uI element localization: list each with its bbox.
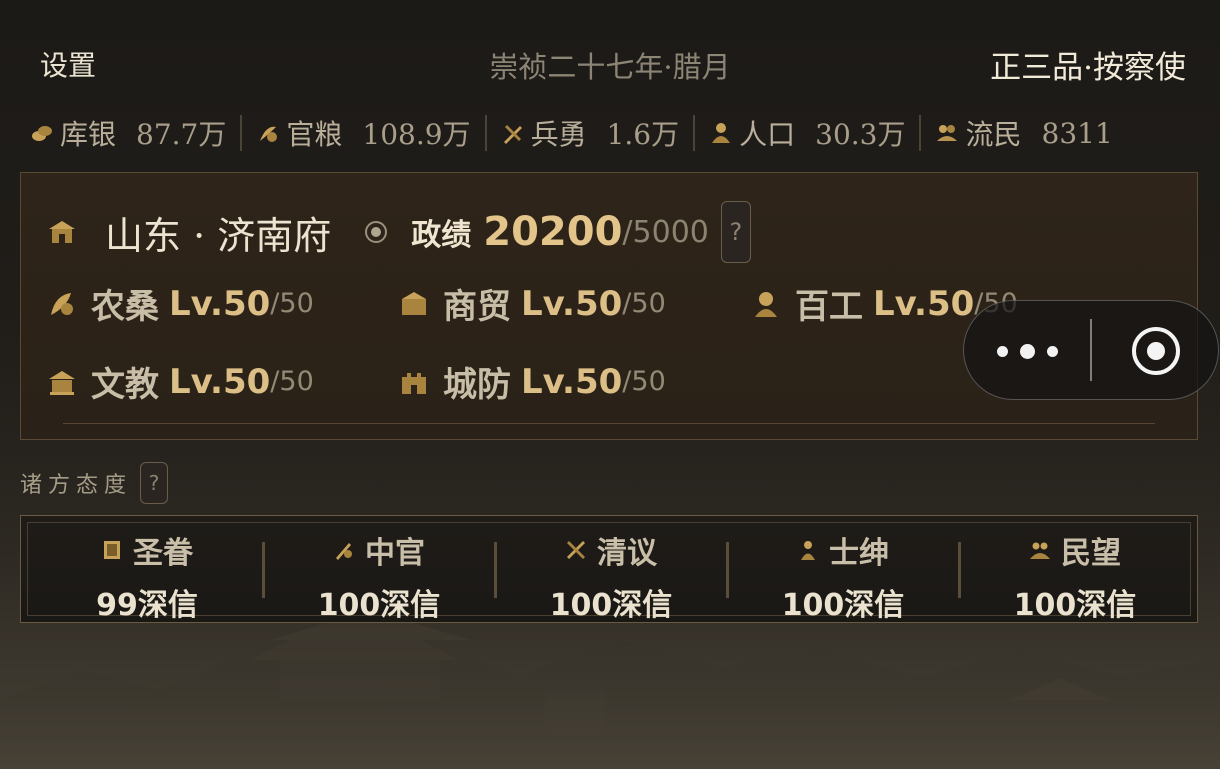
divider [63, 423, 1155, 424]
imperial-scroll-icon [104, 541, 120, 559]
skill-max: /50 [270, 288, 314, 319]
resource-label: 官粮 [286, 118, 343, 151]
faction-name: 士绅 [829, 536, 889, 571]
resource-value: 108.9万 [362, 118, 471, 151]
faction-eunuchs[interactable]: 中官 100深信 [263, 516, 495, 624]
attitudes-header: 诸方态度 ? [20, 462, 169, 504]
skill-name: 农桑 [91, 287, 159, 327]
resource-refugees: 流民 8311 [935, 113, 1113, 153]
resource-label: 流民 [965, 118, 1022, 151]
skill-level: Lv.50 [873, 283, 975, 324]
skill-name: 百工 [795, 287, 863, 327]
miniprogram-capsule [963, 300, 1219, 400]
scholar-icon [567, 541, 585, 559]
divider [240, 115, 243, 151]
skill-max: /50 [270, 366, 314, 397]
attitudes-help-button[interactable]: ? [140, 462, 169, 504]
skill-farming[interactable]: 农桑 Lv.50 /50 [47, 279, 314, 328]
resource-population: 人口 30.3万 [709, 113, 905, 153]
region-name: 山东 · 济南府 [105, 213, 332, 258]
skill-max: /50 [622, 288, 666, 319]
city-gate-icon [49, 221, 75, 243]
resource-soldiers: 兵勇 1.6万 [501, 113, 680, 153]
resource-label: 兵勇 [530, 118, 587, 151]
official-rank: 正三品·按察使 [990, 50, 1186, 86]
region-header: 山东 · 济南府 政绩 20200 /5000 ? [47, 201, 751, 263]
resource-value: 30.3万 [815, 118, 906, 151]
skill-name: 城防 [443, 365, 511, 405]
divider [484, 115, 487, 151]
faction-gentry[interactable]: 士绅 100深信 [727, 516, 959, 624]
faction-name: 民望 [1061, 536, 1121, 571]
top-bar: 设置 崇祯二十七年·腊月 正三品·按察使 [0, 0, 1220, 100]
faction-value: 100深信 [549, 588, 673, 623]
resource-value: 8311 [1041, 116, 1113, 150]
skill-level: Lv.50 [521, 283, 623, 324]
resource-label: 库银 [60, 118, 117, 151]
resource-value: 1.6万 [606, 118, 680, 151]
merit-label: 政绩 [411, 218, 472, 253]
close-miniprogram-button[interactable] [1092, 301, 1220, 401]
region-select-radio[interactable] [365, 221, 388, 243]
more-dots-icon [1046, 345, 1058, 357]
merit-help-button[interactable]: ? [720, 201, 751, 263]
more-menu-button[interactable] [964, 301, 1090, 401]
skill-education[interactable]: 文教 Lv.50 /50 [47, 357, 314, 406]
resource-value: 87.7万 [136, 118, 227, 151]
refugee-icon [937, 125, 958, 141]
attitudes-panel: 圣眷 99深信 中官 100深信 清议 100深信 士绅 100深信 民望 10… [20, 515, 1198, 623]
resource-grain: 官粮 108.9万 [256, 113, 471, 153]
gentry-icon [801, 541, 815, 560]
faction-name: 清议 [597, 536, 657, 571]
skill-name: 文教 [91, 365, 159, 405]
more-dots-icon [1019, 343, 1035, 359]
eunuch-icon [336, 543, 352, 560]
faction-value: 99深信 [96, 588, 198, 623]
skill-level: Lv.50 [169, 283, 271, 324]
faction-imperial[interactable]: 圣眷 99深信 [31, 516, 263, 624]
education-icon [49, 370, 75, 395]
more-dots-icon [996, 345, 1008, 357]
divider [693, 115, 696, 151]
faction-name: 中官 [365, 536, 425, 571]
skill-defense[interactable]: 城防 Lv.50 /50 [399, 357, 666, 406]
farming-icon [51, 292, 73, 315]
faction-name: 圣眷 [133, 536, 193, 571]
skill-trade[interactable]: 商贸 Lv.50 /50 [399, 279, 666, 328]
faction-scholars[interactable]: 清议 100深信 [495, 516, 727, 624]
skill-level: Lv.50 [169, 361, 271, 402]
faction-value: 100深信 [781, 588, 905, 623]
resource-bar: 库银 87.7万 官粮 108.9万 兵勇 1.6万 人口 30.3万 流民 8… [30, 110, 1195, 156]
resource-label: 人口 [739, 118, 796, 151]
population-icon [712, 123, 731, 143]
faction-value: 100深信 [1013, 588, 1137, 623]
attitudes-title: 诸方态度 [20, 473, 133, 498]
skill-level: Lv.50 [521, 361, 623, 402]
divider [919, 115, 922, 151]
defense-icon [402, 372, 426, 394]
skill-max: /50 [622, 366, 666, 397]
craft-icon [755, 291, 777, 317]
grain-icon [260, 126, 278, 142]
resource-silver: 库银 87.7万 [30, 113, 226, 153]
faction-people[interactable]: 民望 100深信 [959, 516, 1191, 624]
merit-value: 20200 [483, 209, 623, 255]
skill-name: 商贸 [443, 287, 511, 327]
faction-value: 100深信 [317, 588, 441, 623]
target-circle-icon [1132, 327, 1180, 375]
people-icon [1030, 542, 1050, 559]
soldier-icon [503, 125, 522, 144]
merit-max: /5000 [622, 214, 709, 250]
trade-icon [402, 291, 426, 315]
silver-icon [32, 126, 52, 141]
